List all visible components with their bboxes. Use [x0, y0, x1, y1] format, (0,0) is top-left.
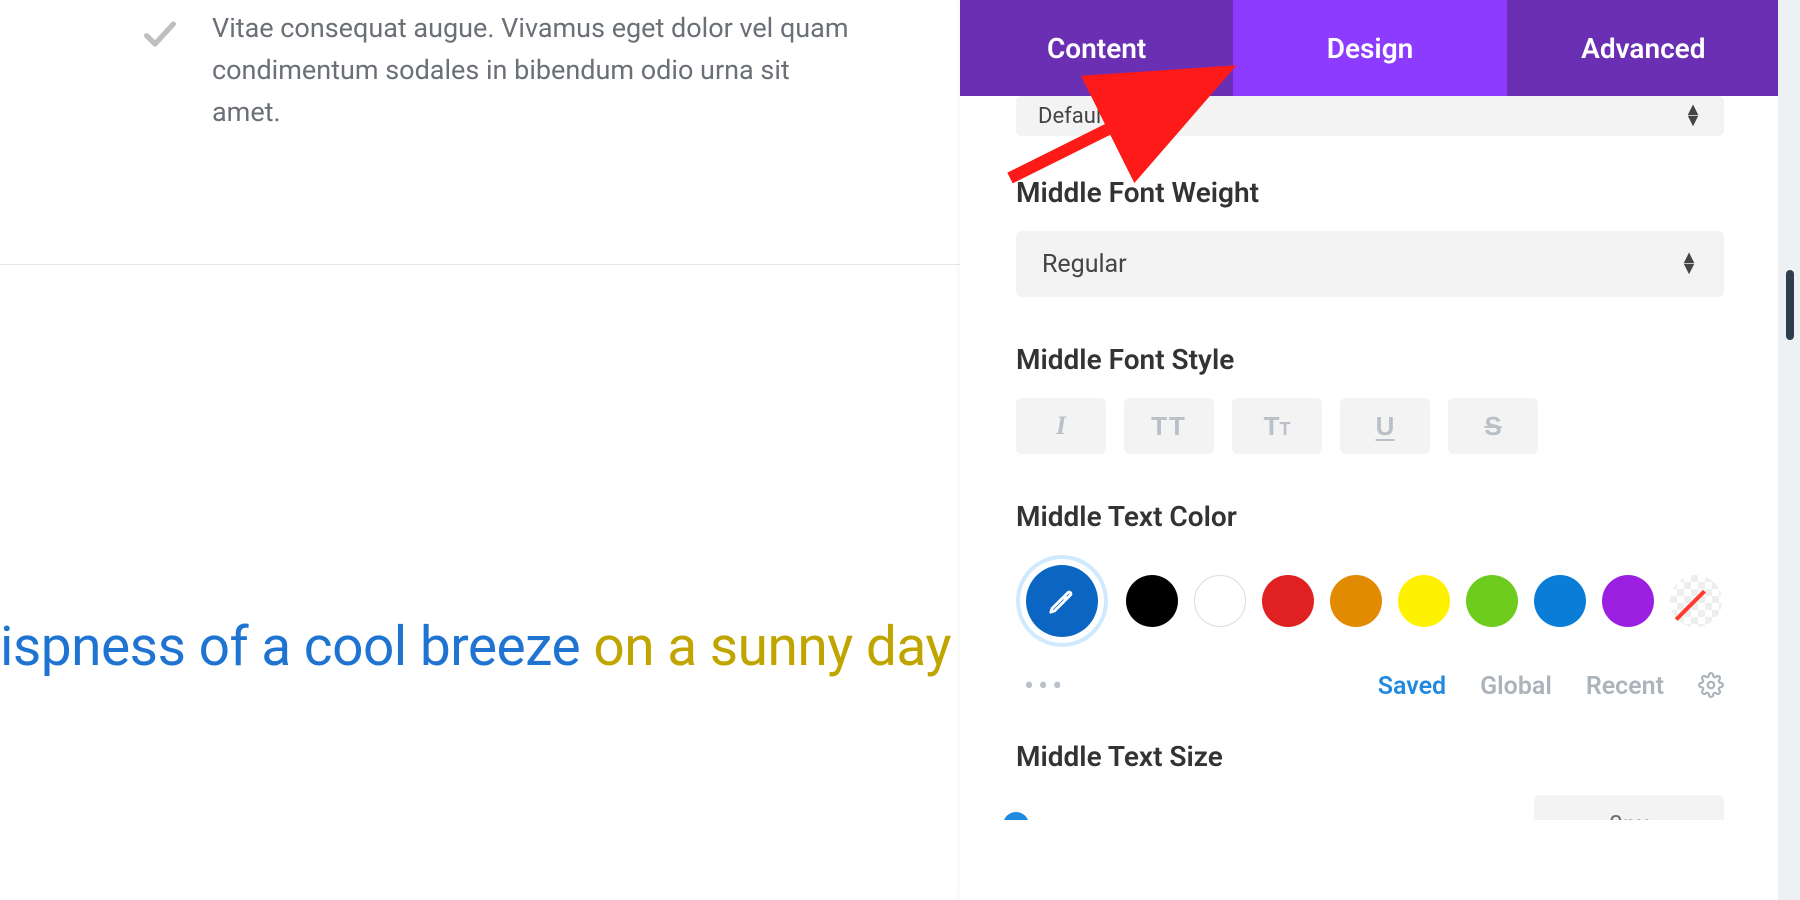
swatch-white[interactable]: [1194, 575, 1246, 627]
updown-icon: ▲▼: [1684, 105, 1702, 127]
swatch-green[interactable]: [1466, 575, 1518, 627]
tab-advanced[interactable]: Advanced: [1507, 0, 1780, 96]
swatch-purple[interactable]: [1602, 575, 1654, 627]
font-select-partial[interactable]: Default ▲▼: [1016, 96, 1724, 136]
tab-content[interactable]: Content: [960, 0, 1233, 96]
color-swatches: [1016, 555, 1724, 647]
text-size-value[interactable]: 0px: [1534, 795, 1724, 820]
label-text-color: Middle Text Color: [1016, 500, 1724, 533]
panel-tabs: Content Design Advanced: [960, 0, 1780, 96]
font-style-buttons: I TT TT U S: [1016, 398, 1724, 454]
swatch-yellow[interactable]: [1398, 575, 1450, 627]
smallcaps-button[interactable]: TT: [1232, 398, 1322, 454]
label-font-style: Middle Font Style: [1016, 343, 1724, 376]
headline-second-part: on a sunny day: [580, 615, 951, 679]
label-text-size: Middle Text Size: [1016, 740, 1724, 773]
slider-thumb[interactable]: [1003, 812, 1029, 820]
italic-button[interactable]: I: [1016, 398, 1106, 454]
text-size-slider[interactable]: [1016, 817, 1494, 820]
swatch-orange[interactable]: [1330, 575, 1382, 627]
palette-recent-link[interactable]: Recent: [1586, 672, 1664, 701]
swatch-black[interactable]: [1126, 575, 1178, 627]
headline-first-part: ispness of a cool breeze: [0, 615, 580, 679]
strikethrough-button[interactable]: S: [1448, 398, 1538, 454]
gear-icon[interactable]: [1698, 672, 1724, 702]
page-preview: Vitae consequat augue. Vivamus eget dolo…: [0, 0, 960, 900]
color-picker-ring: [1016, 555, 1108, 647]
underline-button[interactable]: U: [1340, 398, 1430, 454]
swatch-transparent[interactable]: [1670, 575, 1722, 627]
blurb-text: Vitae consequat augue. Vivamus eget dolo…: [212, 8, 852, 134]
check-icon: [140, 14, 180, 54]
font-weight-value: Regular: [1042, 250, 1127, 279]
label-font-weight: Middle Font Weight: [1016, 176, 1724, 209]
palette-saved-link[interactable]: Saved: [1378, 672, 1446, 701]
color-meta-row: ••• Saved Global Recent: [1016, 669, 1724, 704]
panel-body: Default ▲▼ Middle Font Weight Regular ▲▼…: [960, 96, 1780, 820]
uppercase-button[interactable]: TT: [1124, 398, 1214, 454]
swatch-red[interactable]: [1262, 575, 1314, 627]
headline: ispness of a cool breeze on a sunny day: [0, 615, 960, 679]
text-size-row: 0px: [1016, 795, 1724, 820]
tab-design[interactable]: Design: [1233, 0, 1506, 96]
section-divider: [0, 264, 960, 265]
more-colors-icon[interactable]: •••: [1024, 669, 1066, 704]
updown-icon: ▲▼: [1680, 253, 1698, 275]
eyedropper-button[interactable]: [1026, 565, 1098, 637]
font-select-value: Default: [1038, 104, 1108, 129]
blurb-row: Vitae consequat augue. Vivamus eget dolo…: [0, 0, 960, 134]
swatch-blue[interactable]: [1534, 575, 1586, 627]
window-right-rail: [1778, 0, 1800, 900]
settings-panel: Content Design Advanced Default ▲▼ Middl…: [960, 0, 1780, 900]
font-weight-select[interactable]: Regular ▲▼: [1016, 231, 1724, 297]
palette-global-link[interactable]: Global: [1480, 672, 1552, 701]
scrollbar-thumb[interactable]: [1786, 270, 1794, 340]
